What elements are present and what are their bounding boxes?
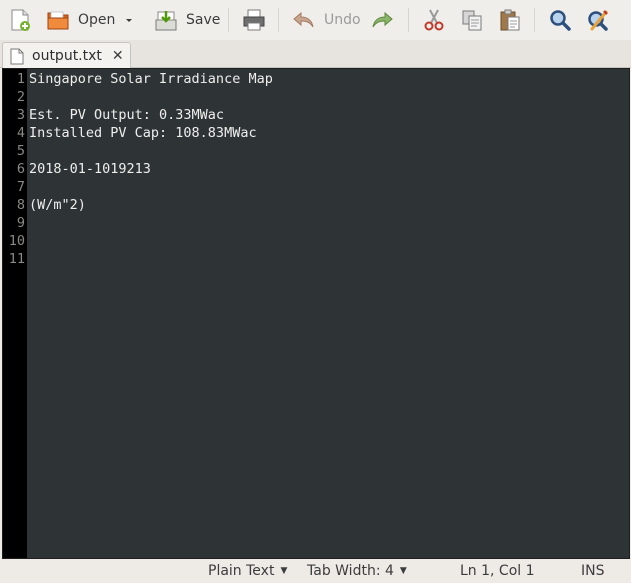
paste-icon xyxy=(500,9,520,31)
editor-line[interactable]: Installed PV Cap: 108.83MWac xyxy=(29,124,257,142)
toolbar-separator xyxy=(534,8,535,32)
line-number: 1 xyxy=(16,71,25,87)
chevron-down-icon xyxy=(126,19,132,22)
undo-icon xyxy=(293,11,314,28)
line-number: 3 xyxy=(16,107,25,123)
chevron-down-icon: ▼ xyxy=(280,566,288,576)
toolbar-separator xyxy=(278,8,279,32)
copy-icon xyxy=(462,10,482,31)
print-button[interactable] xyxy=(242,4,266,36)
open-folder-icon xyxy=(47,11,69,30)
language-label: Plain Text xyxy=(208,563,275,579)
find-replace-icon xyxy=(588,10,608,31)
language-selector[interactable]: Plain Text ▼ xyxy=(208,563,287,579)
print-icon xyxy=(243,9,265,31)
line-number: 2 xyxy=(16,89,25,105)
open-dropdown-button[interactable] xyxy=(124,4,134,36)
undo-label: Undo xyxy=(324,12,361,28)
close-icon[interactable]: ✕ xyxy=(112,48,124,64)
chevron-down-icon: ▼ xyxy=(399,566,407,576)
save-icon xyxy=(155,11,177,31)
line-number: 8 xyxy=(16,197,25,213)
new-button[interactable] xyxy=(8,4,32,36)
find-replace-button[interactable] xyxy=(586,4,610,36)
insert-mode-indicator: INS xyxy=(581,563,605,579)
line-number-gutter: 1 2 3 4 5 6 7 8 9 10 11 xyxy=(3,69,27,558)
save-label: Save xyxy=(186,12,221,28)
editor-line[interactable]: Singapore Solar Irradiance Map xyxy=(29,70,273,88)
paste-button[interactable] xyxy=(498,4,522,36)
tab-width-label: Tab Width: 4 xyxy=(307,563,394,579)
editor-line[interactable]: 2018-01-1019213 xyxy=(29,160,151,178)
redo-icon xyxy=(372,11,393,28)
text-file-icon xyxy=(10,48,24,64)
save-button[interactable]: Save xyxy=(154,4,220,36)
tab-output-txt[interactable]: output.txt ✕ xyxy=(2,42,131,69)
open-label: Open xyxy=(78,12,116,28)
open-button[interactable]: Open xyxy=(46,4,115,36)
cut-button[interactable] xyxy=(422,4,446,36)
insert-mode-label: INS xyxy=(581,563,605,579)
line-number: 4 xyxy=(16,125,25,141)
find-button[interactable] xyxy=(548,4,572,36)
cursor-position-label: Ln 1, Col 1 xyxy=(460,563,535,579)
line-number: 5 xyxy=(16,143,25,159)
toolbar-separator xyxy=(408,8,409,32)
copy-button[interactable] xyxy=(460,4,484,36)
tab-strip: output.txt ✕ xyxy=(0,40,631,69)
editor-line[interactable]: Est. PV Output: 0.33MWac xyxy=(29,106,224,124)
search-icon xyxy=(550,10,571,31)
tab-label: output.txt xyxy=(32,48,102,64)
editor-line[interactable]: (W/m"2) xyxy=(29,196,86,214)
new-document-icon xyxy=(11,9,30,31)
cursor-position: Ln 1, Col 1 xyxy=(460,563,535,579)
line-number: 6 xyxy=(16,161,25,177)
redo-button[interactable] xyxy=(370,4,394,36)
line-number: 7 xyxy=(16,179,25,195)
line-number: 10 xyxy=(8,233,25,249)
toolbar: Open Save Undo xyxy=(0,0,631,40)
line-number: 11 xyxy=(8,251,25,267)
tab-width-selector[interactable]: Tab Width: 4 ▼ xyxy=(307,563,407,579)
status-bar: Plain Text ▼ Tab Width: 4 ▼ Ln 1, Col 1 … xyxy=(0,560,631,583)
text-editor[interactable]: 1 2 3 4 5 6 7 8 9 10 11 Singapore Solar … xyxy=(2,68,630,559)
undo-button[interactable]: Undo xyxy=(292,4,361,36)
toolbar-separator xyxy=(228,8,229,32)
line-number: 9 xyxy=(16,215,25,231)
cut-icon xyxy=(424,9,444,31)
